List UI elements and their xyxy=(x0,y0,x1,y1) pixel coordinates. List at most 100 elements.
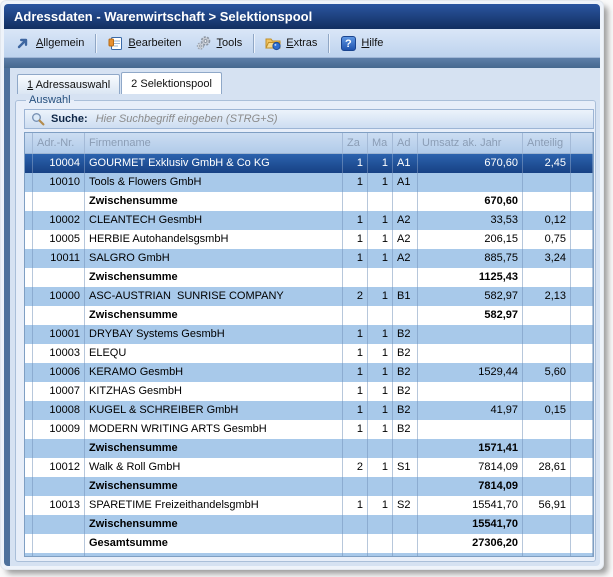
cell-name: GOURMET Exklusiv GmbH & Co KG xyxy=(85,154,343,173)
table-row-total[interactable]: Gesamtsumme27306,20 xyxy=(25,534,593,553)
table-row[interactable]: 10007KITZHAS GesmbH11B2 xyxy=(25,382,593,401)
cell-ma: 1 xyxy=(368,496,393,515)
table-row[interactable]: 10006KERAMO GesmbH11B21529,445,60 xyxy=(25,363,593,382)
search-icon[interactable] xyxy=(31,112,45,126)
cell-za: 1 xyxy=(343,154,368,173)
table-row[interactable]: 10011SALGRO GmbH11A2885,753,24 xyxy=(25,249,593,268)
cell-ad xyxy=(393,268,418,287)
table-row[interactable]: 10008KUGEL & SCHREIBER GmbH11B241,970,15 xyxy=(25,401,593,420)
cell-gutter xyxy=(25,496,33,515)
column-header-anteilig[interactable]: Anteilig xyxy=(523,133,571,153)
tab-adressauswahl[interactable]: 1 Adressauswahl xyxy=(17,74,120,94)
cell-adr xyxy=(33,534,85,553)
cell-gutter xyxy=(25,268,33,287)
cell-umsatz xyxy=(418,173,523,192)
toolbar-separator xyxy=(328,34,329,53)
cell-tail xyxy=(571,420,593,439)
grid-header-tail xyxy=(571,133,593,153)
cell-gutter xyxy=(25,287,33,306)
tab-bar: 1 Adressauswahl 2 Selektionspool xyxy=(15,68,596,94)
allgemein-menu-button[interactable]: Allgemein xyxy=(8,32,91,54)
table-row[interactable]: 10005HERBIE AutohandelsgsmbH11A2206,150,… xyxy=(25,230,593,249)
cell-ad xyxy=(393,306,418,325)
cell-ma: 1 xyxy=(368,154,393,173)
cell-gutter xyxy=(25,439,33,458)
column-header-umsatz[interactable]: Umsatz ak. Jahr xyxy=(418,133,523,153)
table-row[interactable]: 10009MODERN WRITING ARTS GesmbH11B2 xyxy=(25,420,593,439)
cell-gutter xyxy=(25,363,33,382)
table-row-subtotal[interactable]: Zwischensumme1125,43 xyxy=(25,268,593,287)
cell-anteilig xyxy=(523,344,571,363)
cell-adr xyxy=(33,306,85,325)
table-row[interactable]: 10001DRYBAY Systems GesmbH11B2 xyxy=(25,325,593,344)
gears-icon xyxy=(196,35,212,51)
cell-name: Zwischensumme xyxy=(85,477,343,496)
table-row[interactable]: 10004GOURMET Exklusiv GmbH & Co KG11A167… xyxy=(25,154,593,173)
toolbar: Allgemein Bearbeiten xyxy=(4,29,600,58)
bearbeiten-menu-button[interactable]: Bearbeiten xyxy=(100,32,188,54)
cell-adr xyxy=(33,515,85,534)
cell-gutter xyxy=(25,192,33,211)
cell-umsatz: 15541,70 xyxy=(418,515,523,534)
cell-ma xyxy=(368,439,393,458)
cell-name: KERAMO GesmbH xyxy=(85,363,343,382)
table-row[interactable]: 10013SPARETIME FreizeithandelsgmbH11S215… xyxy=(25,496,593,515)
cell-za: 1 xyxy=(343,344,368,363)
cell-adr xyxy=(33,477,85,496)
table-row-subtotal[interactable]: Zwischensumme1571,41 xyxy=(25,439,593,458)
cell-umsatz: 7814,09 xyxy=(418,458,523,477)
cell-anteilig: 5,60 xyxy=(523,363,571,382)
extras-menu-button[interactable]: Extras xyxy=(258,32,324,54)
tab-selektionspool[interactable]: 2 Selektionspool xyxy=(121,72,222,94)
cell-ad xyxy=(393,439,418,458)
cell-ma xyxy=(368,515,393,534)
cell-gutter xyxy=(25,230,33,249)
cell-tail xyxy=(571,192,593,211)
table-row[interactable]: 10010Tools & Flowers GmbH11A1 xyxy=(25,173,593,192)
allgemein-label: Allgemein xyxy=(36,37,84,49)
hilfe-menu-button[interactable]: ? Hilfe xyxy=(333,32,390,54)
cell-gutter xyxy=(25,534,33,553)
cell-adr: 10010 xyxy=(33,173,85,192)
column-header-adrnr[interactable]: Adr.-Nr. xyxy=(33,133,85,153)
table-row[interactable]: 10003ELEQU11B2 xyxy=(25,344,593,363)
cell-adr: 10003 xyxy=(33,344,85,363)
cell-ma: 1 xyxy=(368,230,393,249)
cell-tail xyxy=(571,306,593,325)
table-row-empty[interactable] xyxy=(25,553,593,557)
cell-ma: 1 xyxy=(368,173,393,192)
cell-name: Zwischensumme xyxy=(85,268,343,287)
cell-anteilig xyxy=(523,534,571,553)
search-input[interactable] xyxy=(94,111,587,127)
folder-icon xyxy=(265,35,281,51)
cell-tail xyxy=(571,363,593,382)
cell-za: 2 xyxy=(343,458,368,477)
table-row-subtotal[interactable]: Zwischensumme7814,09 xyxy=(25,477,593,496)
cell-za: 1 xyxy=(343,325,368,344)
cell-tail xyxy=(571,249,593,268)
column-header-za[interactable]: Za xyxy=(343,133,368,153)
table-row[interactable]: 10002CLEANTECH GesmbH11A233,530,12 xyxy=(25,211,593,230)
table-row-subtotal[interactable]: Zwischensumme15541,70 xyxy=(25,515,593,534)
cell-adr: 10007 xyxy=(33,382,85,401)
cell-ma: 1 xyxy=(368,420,393,439)
cell-ad: A2 xyxy=(393,249,418,268)
tools-menu-button[interactable]: Tools xyxy=(189,32,250,54)
bearbeiten-label: Bearbeiten xyxy=(128,37,181,49)
column-header-ad[interactable]: Ad xyxy=(393,133,418,153)
window-title: Adressdaten - Warenwirtschaft > Selektio… xyxy=(14,9,312,24)
table-row[interactable]: 10000ASC-AUSTRIAN SUNRISE COMPANY21B1582… xyxy=(25,287,593,306)
column-header-firmenname[interactable]: Firmenname xyxy=(85,133,343,153)
cell-ad: B1 xyxy=(393,287,418,306)
cell-anteilig: 3,24 xyxy=(523,249,571,268)
cell-anteilig: 28,61 xyxy=(523,458,571,477)
table-row-subtotal[interactable]: Zwischensumme582,97 xyxy=(25,306,593,325)
cell-umsatz xyxy=(418,553,523,557)
cell-ad: B2 xyxy=(393,363,418,382)
cell-gutter xyxy=(25,154,33,173)
column-header-ma[interactable]: Ma xyxy=(368,133,393,153)
cell-tail xyxy=(571,477,593,496)
table-row-subtotal[interactable]: Zwischensumme670,60 xyxy=(25,192,593,211)
search-bar[interactable]: Suche: xyxy=(24,109,594,129)
table-row[interactable]: 10012Walk & Roll GmbH21S17814,0928,61 xyxy=(25,458,593,477)
